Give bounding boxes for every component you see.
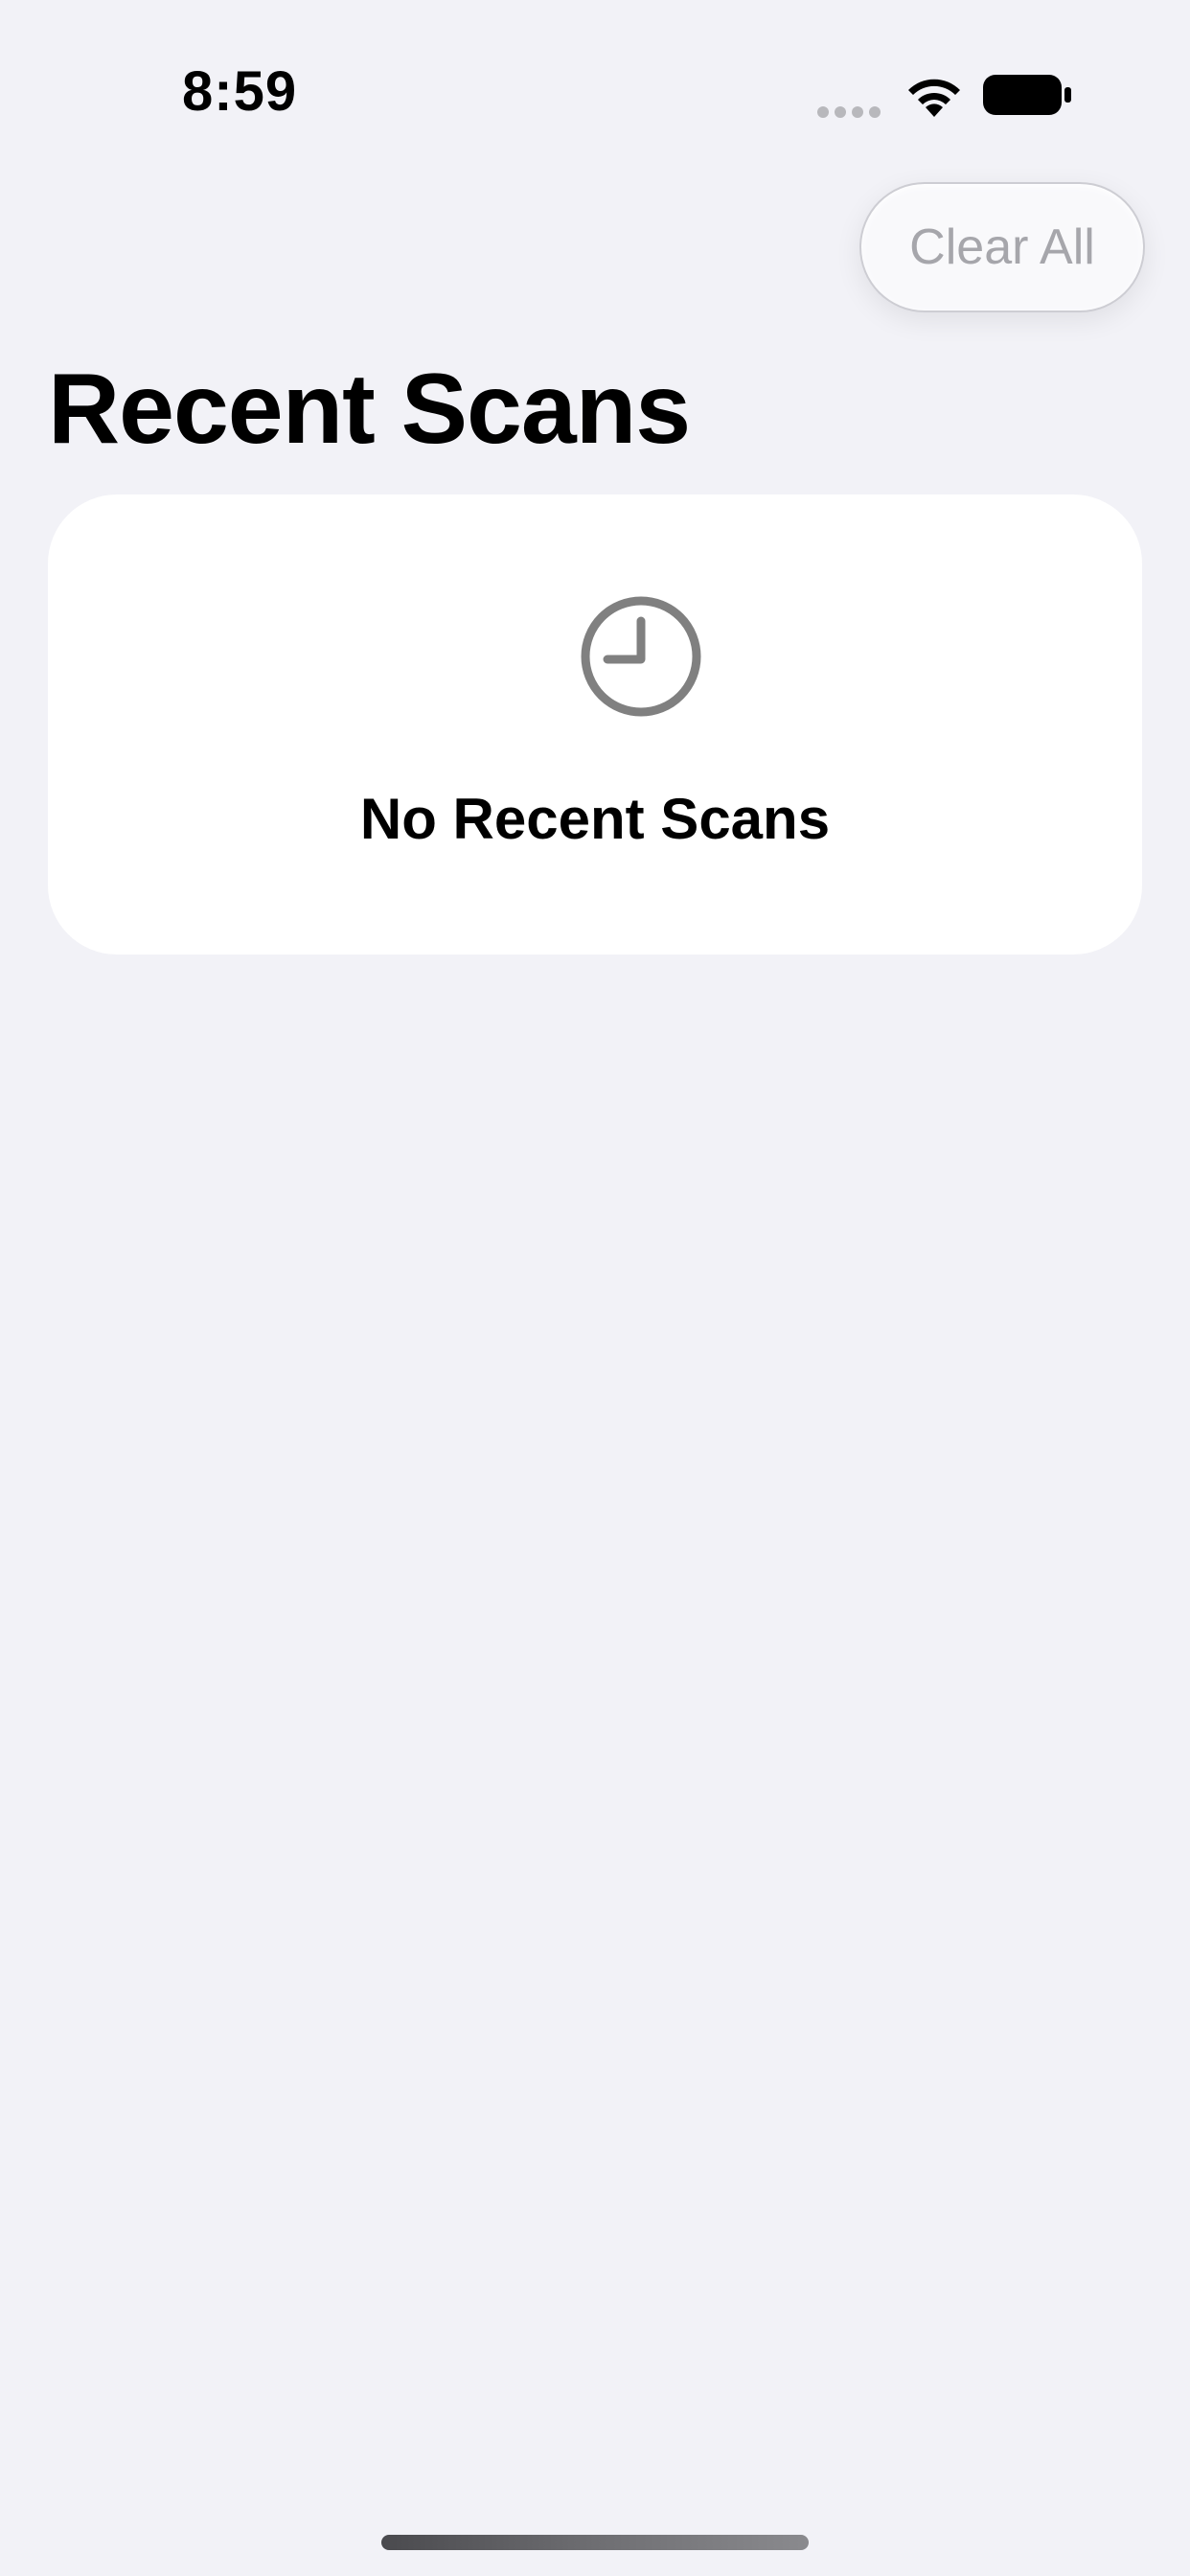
cellular-signal-icon <box>817 106 881 118</box>
empty-state-title: No Recent Scans <box>359 787 831 851</box>
clock-icon <box>581 596 701 717</box>
recent-scans-screen: 8:59 Clear All Recent Scans No Recent Sc… <box>0 0 1190 2576</box>
status-time: 8:59 <box>182 60 298 123</box>
home-indicator[interactable] <box>381 2535 809 2550</box>
clear-all-button[interactable]: Clear All <box>859 182 1145 312</box>
battery-icon <box>983 75 1071 115</box>
page-title: Recent Scans <box>48 354 691 465</box>
wifi-icon <box>908 79 960 117</box>
status-bar: 8:59 <box>0 0 1190 153</box>
empty-state-card: No Recent Scans <box>48 494 1142 954</box>
